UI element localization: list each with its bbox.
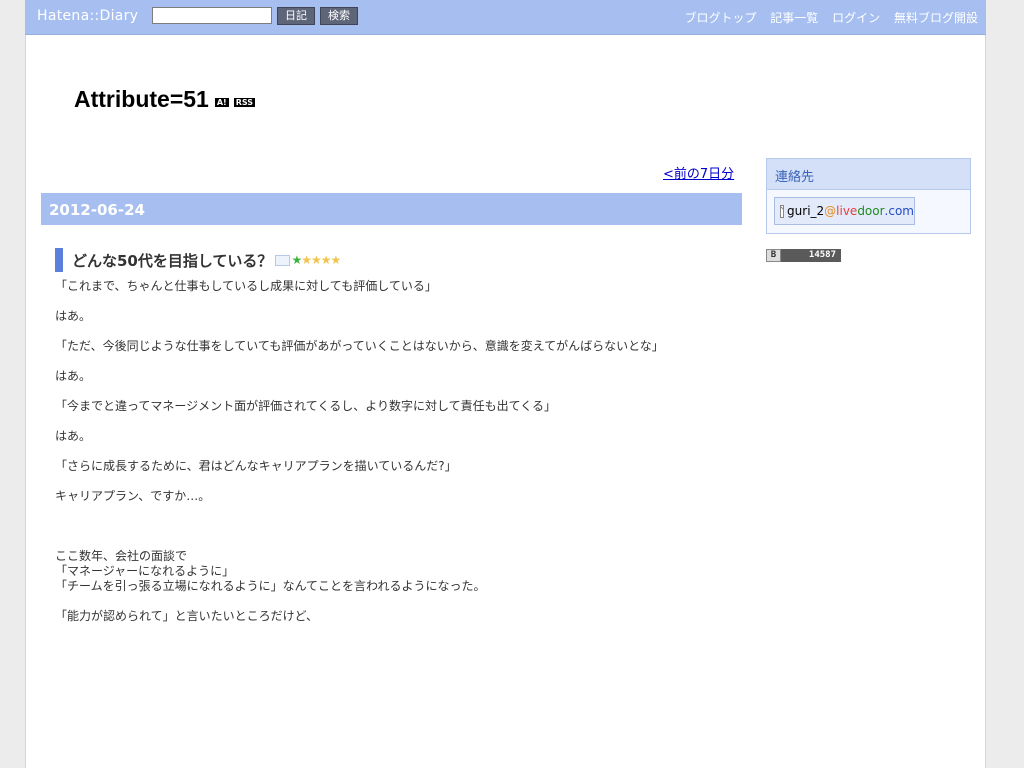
entry-body: 「これまで、ちゃんと仕事もしているし成果に対しても評価している」 はあ。 「ただ… xyxy=(55,279,745,624)
bookmark-icon: B xyxy=(766,249,781,262)
body-line xyxy=(55,504,745,519)
entry-title-block: どんな50代を目指している？ ★★★★★ xyxy=(55,248,341,272)
body-line xyxy=(55,594,745,609)
body-line: はあ。 xyxy=(55,369,92,383)
day-date[interactable]: 2012-06-24 xyxy=(49,201,145,219)
body-line xyxy=(55,414,745,429)
antenna-badge-icon[interactable]: A! xyxy=(214,98,229,107)
body-line: 「マネージャーになれるように」 xyxy=(55,564,235,578)
blog-title[interactable]: Attribute=51 xyxy=(74,86,209,112)
email-domain-com: .com xyxy=(884,204,914,218)
bookmark-counter[interactable]: B 14587 xyxy=(766,249,841,262)
body-line xyxy=(55,384,745,399)
email-link[interactable]: guri_2 @ live door .com xyxy=(774,197,915,225)
diary-search-button[interactable]: 日記 xyxy=(277,7,315,25)
hatena-star-block: ★★★★★ xyxy=(291,253,341,267)
body-line: 「ただ、今後同じような仕事をしていても評価があがっていくことはないから、意識を変… xyxy=(55,339,664,353)
email-domain-door: door xyxy=(857,204,885,218)
hatena-bookmark-icon[interactable] xyxy=(275,254,291,266)
open-free-blog-link[interactable]: 無料ブログ開設 xyxy=(894,11,978,25)
day-header: 2012-06-24 xyxy=(41,193,742,225)
entry-title[interactable]: どんな50代を目指している？ xyxy=(72,250,272,271)
body-line xyxy=(55,354,745,369)
body-line xyxy=(55,444,745,459)
add-star-icon[interactable]: ★ xyxy=(291,253,302,267)
previous-7-days-link[interactable]: <前の7日分 xyxy=(663,163,734,182)
login-link[interactable]: ログイン xyxy=(832,11,880,25)
contact-module: 連絡先 guri_2 @ live door .com xyxy=(766,158,971,234)
blog-title-block: Attribute=51 A! RSS xyxy=(74,86,256,113)
envelope-icon xyxy=(780,204,785,218)
body-line: 「能力が認められて」と言いたいところだけど、 xyxy=(55,609,319,623)
search-button[interactable]: 検索 xyxy=(320,7,358,25)
body-line: 「チームを引っ張る立場になれるように」なんてことを言われるようになった。 xyxy=(55,579,486,593)
body-line xyxy=(55,324,745,339)
article-list-link[interactable]: 記事一覧 xyxy=(770,11,818,25)
main-container: Attribute=51 A! RSS <前の7日分 2012-06-24 どんな5… xyxy=(25,35,986,768)
contact-title: 連絡先 xyxy=(767,159,970,190)
body-line: 「さらに成長するために、君はどんなキャリアプランを描いているんだ?」 xyxy=(55,459,457,473)
star-icons[interactable]: ★★★★ xyxy=(301,253,341,267)
body-line xyxy=(55,519,745,534)
header-links: ブログトップ 記事一覧 ログイン 無料ブログ開設 xyxy=(674,9,978,26)
global-header: Hatena::Diary 日記 検索 ブログトップ 記事一覧 ログイン 無料ブ… xyxy=(25,0,986,35)
email-domain-live: live xyxy=(836,204,858,218)
hatena-diary-logo[interactable]: Hatena::Diary xyxy=(37,8,138,24)
body-line: 「今までと違ってマネージメント面が評価されてくるし、より数字に対して責任も出てく… xyxy=(55,399,557,413)
body-line xyxy=(55,294,745,309)
body-line: キャリアプラン、ですか…。 xyxy=(55,489,211,503)
body-line: はあ。 xyxy=(55,309,92,323)
email-at: @ xyxy=(824,204,837,218)
body-line xyxy=(55,474,745,489)
body-line: 「これまで、ちゃんと仕事もしているし成果に対しても評価している」 xyxy=(55,279,437,293)
email-user: guri_2 xyxy=(787,204,825,218)
body-line: はあ。 xyxy=(55,429,92,443)
rss-badge-icon[interactable]: RSS xyxy=(233,98,256,107)
body-line xyxy=(55,534,745,549)
body-line: ここ数年、会社の面談で xyxy=(55,549,188,563)
bookmark-count: 14587 xyxy=(781,249,841,262)
search-input[interactable] xyxy=(152,7,272,24)
section-marker xyxy=(55,248,63,272)
blog-top-link[interactable]: ブログトップ xyxy=(684,11,756,25)
